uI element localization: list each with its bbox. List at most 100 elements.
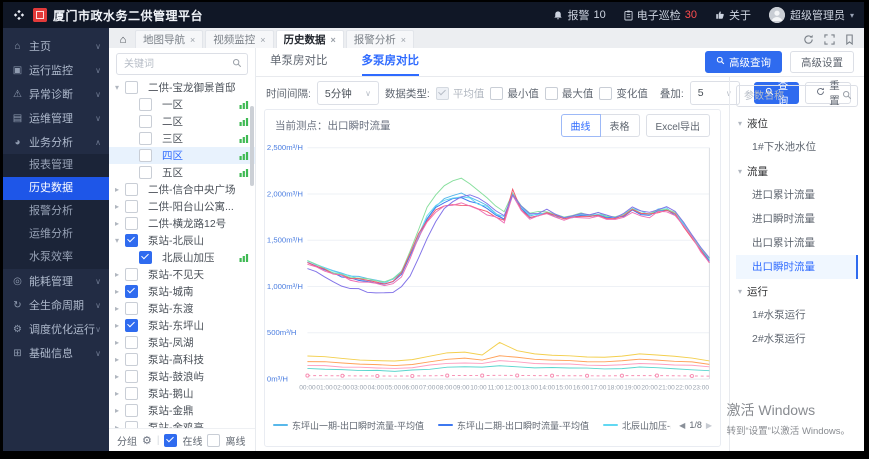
datatype-option[interactable]: 最大值 bbox=[545, 86, 594, 101]
checkbox[interactable] bbox=[125, 353, 138, 366]
tree-item[interactable]: ▸泵站-凤湖 bbox=[109, 334, 255, 351]
tree-item[interactable]: ▸泵站-鼓浪屿 bbox=[109, 368, 255, 385]
view-button-table[interactable]: 表格 bbox=[601, 114, 640, 137]
tree-item[interactable]: ▾二供-宝龙御景首邸 bbox=[109, 79, 255, 96]
tree-item[interactable]: 北辰山加压 bbox=[109, 249, 255, 266]
legend-item[interactable]: 北辰山加压-出口瞬时流量-平均值 bbox=[603, 419, 671, 432]
sidebar-item-home[interactable]: ⌂主页∨ bbox=[3, 34, 109, 58]
refresh-icon[interactable] bbox=[803, 34, 814, 45]
tree-item[interactable]: 三区 bbox=[109, 130, 255, 147]
tree-item[interactable]: ▸二供-信合中央广场 bbox=[109, 181, 255, 198]
checkbox[interactable] bbox=[139, 115, 152, 128]
sidebar-item-diagnosis[interactable]: ⚠异常诊断∨ bbox=[3, 82, 109, 106]
tree-item[interactable]: ▸泵站-东坪山 bbox=[109, 317, 255, 334]
sidebar-item-report[interactable]: 报表管理 bbox=[3, 154, 109, 177]
datatype-option[interactable]: 平均值 bbox=[436, 86, 485, 101]
tree-item[interactable]: 四区 bbox=[109, 147, 255, 164]
sidebar-item-lifecycle[interactable]: ↻全生命周期∨ bbox=[3, 293, 109, 317]
advanced-settings-button[interactable]: 高级设置 bbox=[790, 51, 854, 73]
sidebar-item-monitoring[interactable]: ▣运行监控∨ bbox=[3, 58, 109, 82]
alarm-button[interactable]: 报警 10 bbox=[553, 7, 605, 23]
legend-next-icon[interactable]: ▶ bbox=[706, 421, 712, 430]
checkbox[interactable] bbox=[125, 370, 138, 383]
checkbox[interactable] bbox=[599, 87, 612, 100]
sidebar-item-energy[interactable]: ◎能耗管理∨ bbox=[3, 269, 109, 293]
close-icon[interactable]: × bbox=[331, 35, 336, 45]
view-button-curve[interactable]: 曲线 bbox=[561, 114, 601, 137]
sidebar-item-maintenance[interactable]: ▤运维管理∨ bbox=[3, 106, 109, 130]
tree-item[interactable]: 五区 bbox=[109, 164, 255, 181]
checkbox[interactable] bbox=[125, 302, 138, 315]
tree-item[interactable]: ▸泵站-鹅山 bbox=[109, 385, 255, 402]
close-icon[interactable]: × bbox=[401, 35, 406, 45]
close-icon[interactable]: × bbox=[260, 35, 265, 45]
about-button[interactable]: 关于 bbox=[715, 7, 751, 23]
checkbox[interactable] bbox=[139, 251, 152, 264]
checkbox[interactable] bbox=[139, 98, 152, 111]
tree-item[interactable]: ▸泵站-不见天 bbox=[109, 266, 255, 283]
fullscreen-icon[interactable] bbox=[824, 34, 835, 45]
tab-alarm[interactable]: 报警分析× bbox=[346, 30, 414, 48]
param-item[interactable]: 进口累计流量 bbox=[736, 183, 858, 207]
view-button-excel-export[interactable]: Excel导出 bbox=[646, 114, 710, 137]
sidebar-item-dispatch[interactable]: ⚙调度优化运行∨ bbox=[3, 317, 109, 341]
checkbox[interactable] bbox=[436, 87, 449, 100]
param-search-input[interactable] bbox=[742, 90, 842, 103]
checkbox[interactable] bbox=[125, 200, 138, 213]
tree-item[interactable]: 二区 bbox=[109, 113, 255, 130]
param-item[interactable]: 出口瞬时流量 bbox=[736, 255, 858, 279]
checkbox[interactable] bbox=[125, 387, 138, 400]
sidebar-item-base-info[interactable]: ⊞基础信息∨ bbox=[3, 341, 109, 365]
tree-item[interactable]: ▸泵站-东渡 bbox=[109, 300, 255, 317]
legend-item[interactable]: 东坪山一期-出口瞬时流量-平均值 bbox=[273, 419, 424, 432]
checkbox[interactable] bbox=[125, 404, 138, 417]
checkbox[interactable] bbox=[490, 87, 503, 100]
advanced-query-button[interactable]: 高级查询 bbox=[705, 51, 782, 73]
tree-item[interactable]: ▸泵站-金鸡亭 bbox=[109, 419, 255, 428]
tree-item[interactable]: 一区 bbox=[109, 96, 255, 113]
legend-prev-icon[interactable]: ◀ bbox=[679, 421, 685, 430]
user-menu[interactable]: 超级管理员 ▾ bbox=[769, 7, 854, 23]
interval-select[interactable]: 5分钟 ∨ bbox=[317, 81, 379, 105]
checkbox[interactable] bbox=[125, 183, 138, 196]
checkbox[interactable] bbox=[125, 285, 138, 298]
param-item[interactable]: 2#水泵运行 bbox=[736, 327, 858, 351]
tree-item[interactable]: ▸二供-横龙路12号 bbox=[109, 215, 255, 232]
legend-item[interactable]: 东坪山二期-出口瞬时流量-平均值 bbox=[438, 419, 589, 432]
sidebar-item-pump-efficiency[interactable]: 水泵效率 bbox=[3, 246, 109, 269]
checkbox[interactable] bbox=[139, 166, 152, 179]
home-tab-icon[interactable]: ⌂ bbox=[113, 31, 133, 48]
checkbox[interactable] bbox=[139, 149, 152, 162]
checkbox[interactable] bbox=[125, 268, 138, 281]
checkbox[interactable] bbox=[139, 132, 152, 145]
app-menu-icon[interactable] bbox=[13, 9, 25, 21]
bookmark-icon[interactable] bbox=[845, 34, 854, 45]
param-item[interactable]: 1#水泵运行 bbox=[736, 303, 858, 327]
param-item[interactable]: 出口累计流量 bbox=[736, 231, 858, 255]
tab-history[interactable]: 历史数据× bbox=[276, 30, 344, 48]
tree-search-input[interactable] bbox=[122, 58, 232, 71]
sidebar-item-history[interactable]: 历史数据 bbox=[3, 177, 109, 200]
checkbox[interactable] bbox=[545, 87, 558, 100]
sidebar-item-alarm-analysis[interactable]: 报警分析 bbox=[3, 200, 109, 223]
sidebar-item-analysis[interactable]: ◕业务分析∧ bbox=[3, 130, 109, 154]
gear-icon[interactable]: ⚙ bbox=[142, 434, 152, 447]
tree-item[interactable]: ▸二供-阳台山公寓... bbox=[109, 198, 255, 215]
tab-video[interactable]: 视频监控× bbox=[205, 30, 273, 48]
flow-line-chart[interactable]: 0m³/H500m³/H1,000m³/H1,500m³/H2,000m³/H2… bbox=[265, 140, 720, 406]
checkbox[interactable] bbox=[125, 336, 138, 349]
offline-checkbox[interactable] bbox=[207, 434, 220, 447]
checkbox[interactable] bbox=[125, 81, 138, 94]
close-icon[interactable]: × bbox=[190, 35, 195, 45]
sidebar-item-ops-analysis[interactable]: 运维分析 bbox=[3, 223, 109, 246]
tree-scrollbar[interactable] bbox=[250, 106, 254, 186]
tree-item[interactable]: ▸泵站-城南 bbox=[109, 283, 255, 300]
tree-item[interactable]: ▸泵站-高科技 bbox=[109, 351, 255, 368]
param-group[interactable]: ▾运行 bbox=[736, 279, 858, 303]
online-checkbox[interactable] bbox=[164, 434, 177, 447]
checkbox[interactable] bbox=[125, 319, 138, 332]
datatype-option[interactable]: 变化值 bbox=[599, 86, 648, 101]
checkbox[interactable] bbox=[125, 234, 138, 247]
subtab-single[interactable]: 单泵房对比 bbox=[270, 48, 328, 76]
subtab-multi[interactable]: 多泵房对比 bbox=[362, 48, 420, 76]
